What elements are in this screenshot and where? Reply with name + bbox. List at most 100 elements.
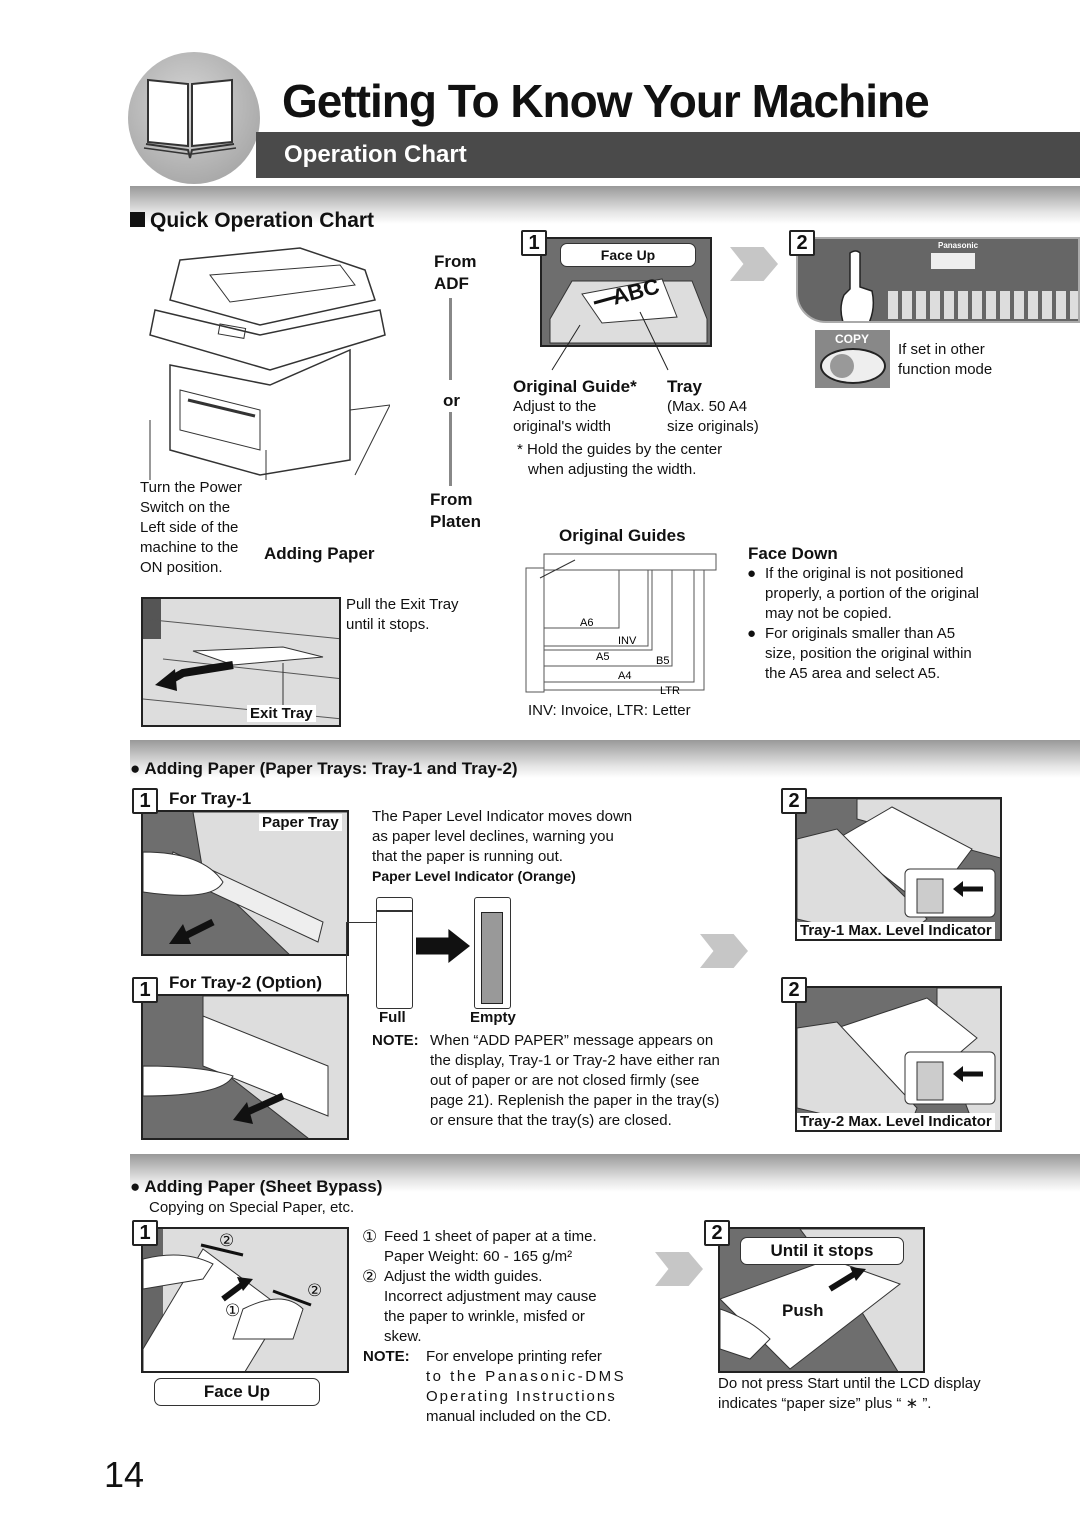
tray1-label: For Tray-1 bbox=[169, 789, 252, 808]
guide-title-text: Original Guide bbox=[513, 377, 631, 396]
area-label-b5: B5 bbox=[656, 655, 669, 667]
next-step-chevron bbox=[655, 1252, 703, 1286]
indicator-text: The Paper Level Indicator moves down as … bbox=[372, 807, 632, 867]
note-line: For envelope printing refer bbox=[426, 1348, 602, 1365]
keypad-rows bbox=[888, 291, 1078, 319]
power-note-line: Switch on the bbox=[140, 499, 231, 516]
indicator-title: Paper Level Indicator (Orange) bbox=[372, 868, 576, 884]
square-bullet-icon bbox=[130, 212, 145, 227]
open-book-icon bbox=[143, 78, 237, 159]
step-number: 2 bbox=[704, 1220, 730, 1246]
step-mark-2b: ② bbox=[307, 1281, 323, 1300]
item-line: Adjust the width guides. bbox=[384, 1268, 543, 1285]
bypass-item: ① Feed 1 sheet of paper at a time. Paper… bbox=[362, 1227, 624, 1267]
hold-guides-note: * Hold the guides by the center when adj… bbox=[517, 440, 722, 480]
exit-tray-caption: Exit Tray bbox=[247, 705, 316, 722]
bypass-note-text: For envelope printing refer to the Panas… bbox=[426, 1347, 626, 1427]
bullet-line: For originals smaller than A5 bbox=[765, 625, 956, 642]
note-line: the display, Tray-1 or Tray-2 have eithe… bbox=[430, 1052, 720, 1069]
power-note-line: ON position. bbox=[140, 559, 223, 576]
bullet-line: If the original is not positioned bbox=[765, 565, 964, 582]
paper-tray-caption: Paper Tray bbox=[259, 814, 342, 831]
quick-heading: Quick Operation Chart bbox=[130, 209, 374, 233]
indicator-line: The Paper Level Indicator moves down bbox=[372, 808, 633, 825]
tray-desc: (Max. 50 A4 size originals) bbox=[667, 397, 759, 437]
copy-button-oval bbox=[820, 348, 886, 384]
note-line: manual included on the CD. bbox=[426, 1408, 612, 1425]
original-guide-title: Original Guide* bbox=[513, 376, 637, 398]
tray1-max-illustration: Tray-1 Max. Level Indicator bbox=[795, 797, 1002, 941]
next-step-chevron bbox=[730, 247, 778, 281]
item-line: the paper to wrinkle, misfed or bbox=[384, 1308, 585, 1325]
step-number: 1 bbox=[132, 1220, 158, 1246]
item-line: Incorrect adjustment may cause bbox=[384, 1288, 597, 1305]
bullet-line: size, position the original within bbox=[765, 645, 972, 662]
area-label-inv: INV bbox=[618, 635, 637, 647]
face-down-bullet: For originals smaller than A5 size, posi… bbox=[747, 624, 979, 684]
guide-desc-line: original's width bbox=[513, 418, 611, 435]
indicator-line: that the paper is running out. bbox=[372, 848, 563, 865]
start-note-line: Do not press Start until the LCD display bbox=[718, 1375, 981, 1392]
area-label-ltr: LTR bbox=[660, 685, 680, 697]
trays-heading-text: Adding Paper (Paper Trays: Tray-1 and Tr… bbox=[144, 759, 518, 778]
flow-line-top bbox=[449, 298, 452, 380]
bullet-line: the A5 area and select A5. bbox=[765, 665, 941, 682]
bypass-step1-drawing bbox=[143, 1229, 312, 1371]
bypass-heading: ● Adding Paper (Sheet Bypass) bbox=[130, 1176, 382, 1198]
bypass-item: ② Adjust the width guides. Incorrect adj… bbox=[362, 1267, 624, 1347]
step-number: 2 bbox=[781, 977, 807, 1003]
guide-desc-line: Adjust to the bbox=[513, 398, 597, 415]
item-mark: ① bbox=[362, 1227, 378, 1246]
empty-label: Empty bbox=[470, 1009, 516, 1026]
tray2-drawing bbox=[143, 996, 347, 1138]
bypass-heading-text: Adding Paper (Sheet Bypass) bbox=[144, 1177, 383, 1196]
bypass-face-up-label: Face Up bbox=[154, 1378, 320, 1406]
section-subtitle: Operation Chart bbox=[284, 141, 467, 168]
original-guide-desc: Adjust to the original's width bbox=[513, 397, 611, 437]
area-label-a6: A6 bbox=[580, 617, 593, 629]
power-note-line: Turn the Power bbox=[140, 479, 242, 496]
start-note: Do not press Start until the LCD display… bbox=[718, 1374, 981, 1414]
indicator-line: as paper level declines, warning you bbox=[372, 828, 614, 845]
tray1-illustration: Paper Tray bbox=[141, 810, 349, 956]
step-number: 1 bbox=[132, 788, 158, 814]
note-line: or ensure that the tray(s) are closed. bbox=[430, 1112, 672, 1129]
trays-heading: ● Adding Paper (Paper Trays: Tray-1 and … bbox=[130, 758, 518, 780]
item-line: Paper Weight: 60 - 165 g/m² bbox=[384, 1248, 573, 1265]
control-panel-illustration: Panasonic bbox=[796, 237, 1080, 323]
circle-bullet-icon: ● bbox=[130, 1177, 145, 1196]
or-label: or bbox=[443, 391, 460, 410]
guide-size-labels: A6 INV A5 B5 A4 LTR bbox=[580, 617, 680, 697]
hold-note-line: * Hold the guides by the center bbox=[517, 441, 723, 458]
tray1-max-drawing bbox=[797, 799, 1000, 939]
right-arrow-icon bbox=[416, 929, 470, 963]
step-number: 1 bbox=[132, 977, 158, 1003]
page-title: Getting To Know Your Machine bbox=[282, 75, 930, 127]
from-platen-label: From Platen bbox=[430, 489, 481, 533]
face-down-bullet: If the original is not positioned proper… bbox=[747, 564, 980, 624]
tray-desc-line: (Max. 50 A4 bbox=[667, 398, 748, 415]
from-platen-line2: Platen bbox=[430, 512, 482, 531]
note-line: out of paper or are not closed firmly (s… bbox=[430, 1072, 700, 1089]
item-line: Feed 1 sheet of paper at a time. bbox=[384, 1228, 597, 1245]
from-adf-label: From ADF bbox=[434, 251, 477, 295]
tray2-max-drawing bbox=[797, 988, 1000, 1130]
tray-note-text: When “ADD PAPER” message appears on the … bbox=[430, 1031, 720, 1131]
face-down-title: Face Down bbox=[748, 544, 838, 563]
step-mark-1: ① bbox=[225, 1301, 241, 1320]
quick-heading-text: Quick Operation Chart bbox=[150, 209, 375, 232]
bullet-line: properly, a portion of the original bbox=[765, 585, 980, 602]
indicator-cap bbox=[377, 910, 412, 912]
step-number: 2 bbox=[781, 788, 807, 814]
guides-legend: INV: Invoice, LTR: Letter bbox=[528, 702, 691, 719]
tray-title: Tray bbox=[667, 377, 702, 396]
pressing-hand-icon bbox=[840, 250, 875, 321]
bypass-subheading: Copying on Special Paper, etc. bbox=[149, 1199, 355, 1216]
power-note-line: Left side of the bbox=[140, 519, 239, 536]
exit-tray-illustration: Exit Tray bbox=[141, 597, 341, 727]
note-line: When “ADD PAPER” message appears on bbox=[430, 1032, 714, 1049]
face-down-bullets: If the original is not positioned proper… bbox=[747, 564, 980, 684]
until-it-stops-label: Until it stops bbox=[740, 1237, 904, 1265]
indicator-leader-line bbox=[346, 922, 376, 923]
tray-desc-line: size originals) bbox=[667, 418, 759, 435]
